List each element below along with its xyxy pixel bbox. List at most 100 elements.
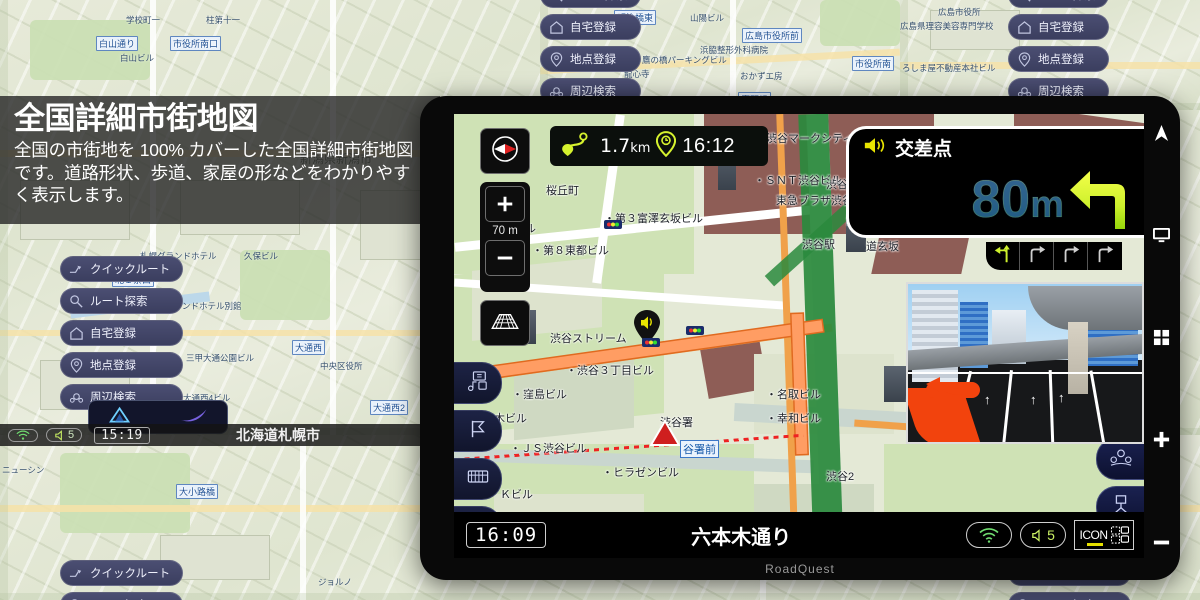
side-tab-keyboard[interactable] [454, 458, 502, 500]
bg-menu-item-quick-route[interactable]: クイックルート [60, 256, 184, 282]
view-3d-button[interactable] [480, 300, 530, 346]
bg-menu-label: ルート探索 [1038, 0, 1096, 3]
map-label: ・名取ビル [766, 389, 821, 401]
side-tab-media[interactable] [454, 362, 502, 404]
map-label: 渋谷2 [826, 471, 855, 483]
device-volume-indicator[interactable]: 5 [1020, 522, 1066, 548]
bg-menu-item-route-search[interactable]: ルート探索 [1008, 592, 1132, 600]
minus-icon[interactable] [1152, 533, 1171, 552]
bg-menu-label: 地点登録 [1038, 54, 1084, 66]
bg-label-boxed: 白山通り [96, 36, 139, 51]
junction-lane-arrow-icon: ↑ [1058, 390, 1065, 405]
navigation-arrow-icon[interactable] [1153, 124, 1170, 143]
junction-pillar [1068, 322, 1088, 394]
bg-poi-label: ニューシン [2, 465, 45, 475]
bg-menu-label: 地点登録 [570, 54, 616, 66]
lane-left-straight-icon [992, 244, 1014, 269]
bg-label-boxed: 大通西 [292, 340, 326, 355]
right-tab-surroundings[interactable] [1096, 438, 1144, 480]
junction-lane-arrow-icon: ↑ [984, 392, 991, 407]
bg-statusbar: 5 15:19 北海道札幌市 [0, 424, 440, 446]
intersection-guidance-panel: 交差点 80m [846, 126, 1144, 238]
map-label: 渋谷マークシティ [766, 133, 854, 145]
icon-badge-underline [1087, 543, 1103, 546]
bg-menu-item-pin[interactable]: 地点登録 [1008, 46, 1109, 72]
bg-poi-label: 山陽ビル [690, 13, 725, 23]
nearby-search-icon [69, 390, 84, 405]
bg-label-boxed: 広島市役所前 [742, 28, 803, 43]
junction-route-arrow [924, 376, 964, 403]
map-label: 谷署前 [680, 440, 719, 458]
bg-menu-label: 自宅登録 [1038, 22, 1084, 34]
lane-guidance [986, 242, 1122, 270]
lane-right-icon [1094, 244, 1116, 269]
icon-badge[interactable]: ICON [1074, 520, 1134, 550]
map-label: 東急プラザ渋谷 [776, 195, 853, 207]
compass-button[interactable] [480, 128, 530, 174]
bg-label-boxed: 大通西2 [370, 400, 409, 415]
side-tab-flag[interactable] [454, 410, 502, 452]
map-label: 渋谷ストリーム [550, 333, 627, 345]
bg-menu-label: 自宅登録 [570, 22, 616, 34]
bg-menu-item-pin[interactable]: 地点登録 [540, 46, 641, 72]
bg-poi-label: 柱第十一 [206, 15, 241, 25]
bg-poi-label: 久保ビル [244, 251, 279, 261]
bg-menu-item-home[interactable]: 自宅登録 [1008, 14, 1109, 40]
bg-menu-item-home[interactable]: 自宅登録 [540, 14, 641, 40]
bg-menu-item-home[interactable]: 自宅登録 [60, 320, 184, 346]
bg-menu-item-route-search[interactable]: ルート探索 [60, 592, 184, 600]
bg-city-name: 北海道札幌市 [236, 427, 320, 443]
zoom-in-button[interactable] [485, 186, 525, 222]
bg-label-boxed: 大小路橋 [176, 484, 219, 499]
map-label: ・窪島ビル [512, 389, 567, 401]
current-position-marker [649, 419, 681, 451]
lane-item-active [986, 242, 1020, 270]
route-search-icon [549, 0, 564, 3]
bg-label-boxed: 市役所南 [852, 56, 895, 71]
bg-poi-label: 鷹の橋パーキングビル [642, 55, 727, 65]
caption-overlay: 全国詳細市街地図 全国の市街地を 100% カバーした全国詳細市街地図です。道路… [0, 96, 440, 224]
speaker-icon[interactable] [863, 136, 887, 160]
device-volume-level: 5 [1047, 527, 1055, 543]
caption-title: 全国詳細市街地図 [14, 101, 259, 136]
map-label: Ｋビル [500, 489, 533, 501]
junction-3d-view: ↑ ↑ ↑ [906, 282, 1144, 444]
bg-menu-item-route-search[interactable]: ルート探索 [1008, 0, 1109, 8]
apps-grid-icon[interactable] [1153, 329, 1170, 346]
device-brand: RoadQuest [765, 562, 835, 576]
plus-icon[interactable] [1152, 430, 1171, 449]
pin-icon [549, 51, 564, 67]
home-icon [549, 20, 564, 35]
bg-menu-item-route-search[interactable]: ルート探索 [540, 0, 641, 8]
icon-badge-label: ICON [1079, 528, 1109, 542]
current-street-name: 六本木通り [691, 526, 792, 549]
bg-menu-item-quick-route[interactable]: クイックルート [60, 560, 184, 586]
pin-icon [1017, 51, 1032, 67]
bg-menu-item-route-search[interactable]: ルート探索 [60, 288, 184, 314]
device-wifi-indicator[interactable] [966, 522, 1012, 548]
caption-body: 全国の市街地を 100% カバーした全国詳細市街地図です。道路形状、歩道、家屋の… [14, 140, 414, 206]
route-search-icon [69, 294, 84, 309]
map-label: ・渋谷３丁目ビル [566, 365, 654, 377]
monitor-icon[interactable] [1152, 227, 1171, 244]
bg-poi-label: 広島市役所 [938, 7, 981, 17]
map-label: ・ヒラゼンビル [602, 467, 679, 479]
bg-menu-top-right: ルート探索 自宅登録 地点登録 周辺検索 [1008, 0, 1109, 104]
clock-pin-icon [656, 130, 677, 162]
bg-menu-item-pin[interactable]: 地点登録 [60, 352, 184, 378]
bg-menu-label: 自宅登録 [90, 328, 136, 340]
bg-poi-label: ジョルノ [318, 577, 353, 587]
lane-right-icon [1026, 244, 1048, 269]
navigation-device: 桜丘町 ・第３富澤玄坂ビル ・第８東都ビル ・ＳＮＴ渋谷ビル 東急プラザ渋谷 渋谷マークシ… [420, 96, 1180, 580]
guidance-body: 80m [849, 163, 1144, 235]
route-icon [560, 131, 592, 161]
bg-poi-label: 広島県理容美容専門学校 [900, 21, 994, 31]
bg-volume-level: 5 [68, 429, 75, 441]
bg-label-boxed: 市役所南口 [170, 36, 222, 51]
3d-map-icon [489, 311, 521, 336]
route-search-icon [1017, 0, 1032, 3]
remaining-distance: 1.7km [600, 135, 651, 157]
quick-route-icon [69, 262, 84, 277]
zoom-out-button[interactable] [485, 240, 525, 276]
zoom-controls: 70 m [480, 182, 530, 292]
